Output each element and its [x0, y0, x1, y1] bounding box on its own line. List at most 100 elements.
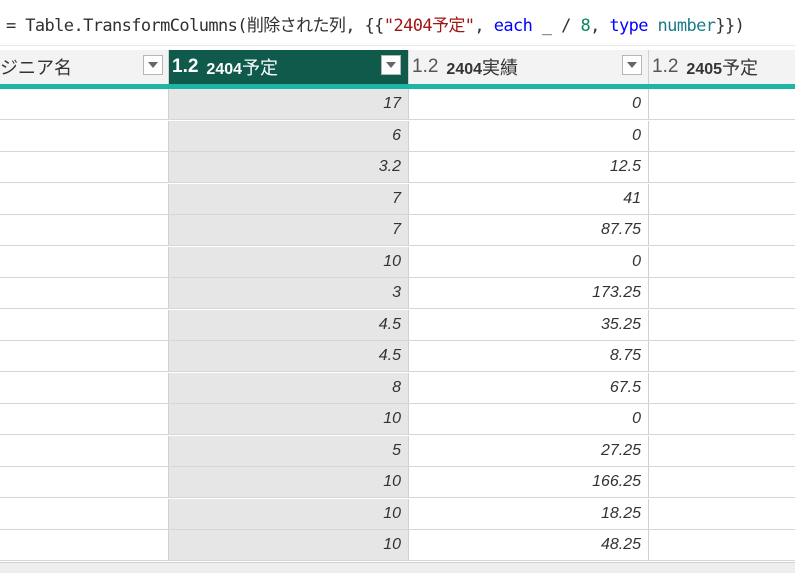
cell-engineer-name[interactable]: [0, 435, 169, 466]
table-row[interactable]: 10 0: [0, 404, 795, 435]
cell-2404-plan[interactable]: 7: [169, 215, 409, 245]
table-row[interactable]: 4.5 8.75: [0, 341, 795, 372]
decimal-type-icon[interactable]: 1.2: [652, 56, 678, 78]
formula-prefix: = Table.TransformColumns(削除された列, {{: [6, 16, 384, 36]
cell-2404-actual[interactable]: 87.75: [409, 215, 649, 245]
cell-2405-plan[interactable]: [649, 436, 795, 466]
cell-2404-actual[interactable]: 27.25: [409, 435, 649, 466]
cell-2404-actual[interactable]: 41: [409, 183, 649, 214]
cell-2404-actual[interactable]: 12.5: [409, 152, 649, 182]
cell-engineer-name[interactable]: [0, 152, 169, 182]
table-row[interactable]: 5 27.25: [0, 435, 795, 467]
table-row[interactable]: 10 48.25: [0, 530, 795, 561]
cell-engineer-name[interactable]: [0, 215, 169, 245]
cell-engineer-name[interactable]: [0, 467, 169, 497]
cell-2404-actual[interactable]: 166.25: [409, 467, 649, 497]
cell-2405-plan[interactable]: [649, 404, 795, 434]
table-row[interactable]: 7 41: [0, 183, 795, 215]
column-header-engineer-name[interactable]: ジニア名: [0, 50, 169, 84]
decimal-type-icon[interactable]: 1.2: [172, 56, 198, 78]
cell-engineer-name[interactable]: [0, 404, 169, 434]
cell-2404-plan[interactable]: 3: [169, 278, 409, 308]
column-header-label-text: 予定: [722, 58, 759, 78]
cell-2405-plan[interactable]: [649, 152, 795, 182]
cell-2404-actual[interactable]: 48.25: [409, 530, 649, 560]
cell-2404-plan[interactable]: 3.2: [169, 152, 409, 182]
cell-engineer-name[interactable]: [0, 120, 169, 151]
column-header-2405-plan[interactable]: 1.2 2405予定: [649, 50, 795, 84]
formula-separator: ,: [590, 16, 610, 36]
cell-2405-plan[interactable]: [649, 215, 795, 245]
cell-2405-plan[interactable]: [649, 499, 795, 529]
chevron-down-icon[interactable]: [622, 55, 642, 75]
cell-2405-plan[interactable]: [649, 247, 795, 277]
cell-2404-actual[interactable]: 0: [409, 246, 649, 277]
table-row[interactable]: 3 173.25: [0, 278, 795, 309]
formula-text[interactable]: = Table.TransformColumns(削除された列, {{"2404…: [6, 11, 745, 36]
table-row[interactable]: 7 87.75: [0, 215, 795, 246]
cell-2404-plan[interactable]: 10: [169, 530, 409, 560]
cell-2405-plan[interactable]: [649, 373, 795, 403]
cell-engineer-name[interactable]: [0, 341, 169, 371]
cell-2404-plan[interactable]: 6: [169, 120, 409, 151]
cell-engineer-name[interactable]: [0, 498, 169, 529]
column-header-label-number: 2405: [686, 61, 723, 78]
chevron-down-icon[interactable]: [143, 55, 163, 75]
horizontal-scrollbar[interactable]: [0, 562, 795, 573]
cell-2404-plan[interactable]: 4.5: [169, 341, 409, 371]
cell-2404-plan[interactable]: 17: [169, 89, 409, 119]
formula-space: [648, 16, 658, 36]
cell-engineer-name[interactable]: [0, 246, 169, 277]
cell-2404-actual[interactable]: 35.25: [409, 309, 649, 340]
cell-2404-actual[interactable]: 67.5: [409, 372, 649, 403]
formula-suffix: }}): [715, 16, 745, 36]
cell-2405-plan[interactable]: [649, 467, 795, 497]
column-header-label: 2404予定: [206, 54, 278, 80]
column-header-row: ジニア名 1.2 2404予定 1.2 2404実績 1.2 2405予定: [0, 50, 795, 84]
table-row[interactable]: 10 18.25: [0, 498, 795, 530]
column-header-2404-plan[interactable]: 1.2 2404予定: [169, 50, 409, 84]
formula-keyword-type: type: [609, 16, 648, 36]
cell-engineer-name[interactable]: [0, 278, 169, 308]
cell-2405-plan[interactable]: [649, 278, 795, 308]
table-row[interactable]: 10 0: [0, 246, 795, 278]
cell-2405-plan[interactable]: [649, 121, 795, 151]
cell-engineer-name[interactable]: [0, 372, 169, 403]
column-header-label: 2404実績: [446, 54, 518, 80]
decimal-type-icon[interactable]: 1.2: [412, 56, 438, 78]
cell-engineer-name[interactable]: [0, 309, 169, 340]
table-row[interactable]: 4.5 35.25: [0, 309, 795, 341]
cell-engineer-name[interactable]: [0, 183, 169, 214]
chevron-down-icon[interactable]: [381, 55, 401, 75]
formula-string-literal: "2404予定": [383, 16, 475, 36]
cell-2404-plan[interactable]: 10: [169, 498, 409, 529]
cell-2405-plan[interactable]: [649, 89, 795, 119]
formula-bar[interactable]: = Table.TransformColumns(削除された列, {{"2404…: [0, 0, 795, 46]
cell-2404-plan[interactable]: 10: [169, 404, 409, 434]
table-row[interactable]: 60: [0, 120, 795, 152]
table-row[interactable]: 10 166.25: [0, 467, 795, 498]
table-row[interactable]: 3.2 12.5: [0, 152, 795, 183]
cell-2404-plan[interactable]: 8: [169, 372, 409, 403]
cell-2405-plan[interactable]: [649, 530, 795, 560]
cell-2404-plan[interactable]: 5: [169, 435, 409, 466]
cell-2404-actual[interactable]: 8.75: [409, 341, 649, 371]
cell-2405-plan[interactable]: [649, 310, 795, 340]
column-header-2404-actual[interactable]: 1.2 2404実績: [409, 50, 649, 84]
cell-2404-plan[interactable]: 10: [169, 246, 409, 277]
cell-2405-plan[interactable]: [649, 184, 795, 214]
table-row[interactable]: 8 67.5: [0, 372, 795, 404]
cell-2404-actual[interactable]: 18.25: [409, 498, 649, 529]
formula-separator: ,: [474, 16, 494, 36]
table-row[interactable]: 17 0: [0, 89, 795, 120]
cell-2404-actual[interactable]: 0: [409, 89, 649, 119]
cell-2405-plan[interactable]: [649, 341, 795, 371]
cell-2404-plan[interactable]: 7: [169, 183, 409, 214]
cell-2404-actual[interactable]: 0: [409, 120, 649, 151]
cell-engineer-name[interactable]: [0, 89, 169, 119]
cell-2404-actual[interactable]: 173.25: [409, 278, 649, 308]
cell-engineer-name[interactable]: [0, 530, 169, 560]
cell-2404-plan[interactable]: 4.5: [169, 309, 409, 340]
cell-2404-actual[interactable]: 0: [409, 404, 649, 434]
cell-2404-plan[interactable]: 10: [169, 467, 409, 497]
